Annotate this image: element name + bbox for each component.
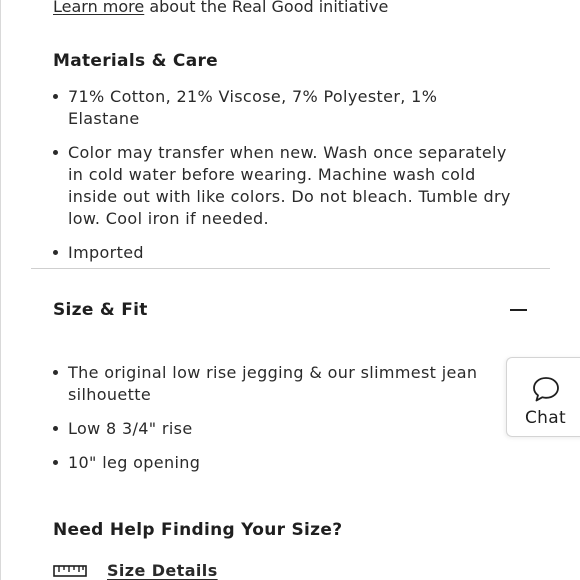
bullet-dot-icon <box>53 426 58 431</box>
list-item-text: The original low rise jegging & our slim… <box>68 363 478 404</box>
size-help-heading: Need Help Finding Your Size? <box>53 520 343 540</box>
list-item-text: Imported <box>68 243 144 262</box>
size-fit-heading: Size & Fit <box>53 300 148 320</box>
bullet-dot-icon <box>53 94 58 99</box>
list-item: Color may transfer when new. Wash once s… <box>53 142 513 230</box>
initiative-rest-text: about the Real Good initiative <box>144 0 389 16</box>
list-item-text: 71% Cotton, 21% Viscose, 7% Polyester, 1… <box>68 87 438 128</box>
list-item: Low 8 3/4" rise <box>53 418 493 440</box>
bullet-dot-icon <box>53 150 58 155</box>
size-details-label: Size Details <box>107 560 218 580</box>
list-item-text: Low 8 3/4" rise <box>68 419 193 438</box>
ruler-icon <box>53 565 87 577</box>
real-good-initiative-text: Learn more about the Real Good initiativ… <box>53 0 388 17</box>
list-item: The original low rise jegging & our slim… <box>53 362 493 406</box>
size-details-link[interactable]: Size Details <box>53 558 218 580</box>
list-item: 71% Cotton, 21% Viscose, 7% Polyester, 1… <box>53 86 513 130</box>
list-item: Imported <box>53 242 513 264</box>
materials-care-heading: Materials & Care <box>53 51 218 71</box>
chat-label: Chat <box>525 408 566 428</box>
chat-bubble-icon <box>533 377 559 402</box>
page-left-border <box>0 0 1 580</box>
bullet-dot-icon <box>53 370 58 375</box>
size-fit-collapse-button[interactable] <box>504 299 532 321</box>
learn-more-link[interactable]: Learn more <box>53 0 144 16</box>
size-fit-list: The original low rise jegging & our slim… <box>53 362 493 474</box>
list-item-text: Color may transfer when new. Wash once s… <box>68 143 511 228</box>
bullet-dot-icon <box>53 460 58 465</box>
minus-icon <box>510 309 527 311</box>
list-item-text: 10" leg opening <box>68 453 201 472</box>
section-divider <box>31 268 550 269</box>
materials-care-list: 71% Cotton, 21% Viscose, 7% Polyester, 1… <box>53 86 513 264</box>
chat-button[interactable]: Chat <box>506 357 580 437</box>
list-item: 10" leg opening <box>53 452 493 474</box>
bullet-dot-icon <box>53 250 58 255</box>
